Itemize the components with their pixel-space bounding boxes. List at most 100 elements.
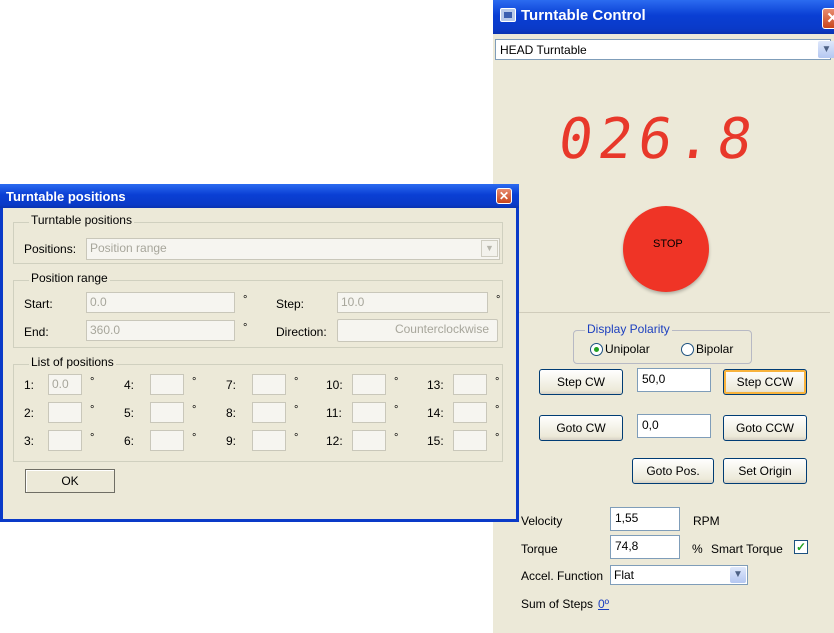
position-degree-unit: ° — [394, 404, 399, 416]
stop-button-label[interactable]: STOP — [653, 238, 683, 250]
position-input[interactable] — [150, 430, 184, 451]
sum-of-steps-link[interactable]: 0º — [598, 597, 609, 611]
position-input[interactable] — [150, 402, 184, 423]
position-input[interactable] — [352, 374, 386, 395]
position-degree-unit: ° — [495, 376, 500, 388]
position-input[interactable] — [252, 374, 286, 395]
step-label: Step: — [276, 297, 305, 311]
position-input[interactable] — [453, 402, 487, 423]
end-label: End: — [24, 325, 49, 339]
position-label: 8: — [226, 406, 237, 420]
set-origin-button[interactable]: Set Origin — [723, 458, 807, 484]
velocity-unit: RPM — [693, 514, 720, 528]
position-degree-unit: ° — [294, 404, 299, 416]
velocity-input[interactable]: 1,55 — [610, 507, 680, 531]
position-degree-unit: ° — [294, 376, 299, 388]
start-input[interactable]: 0.0 — [86, 292, 235, 313]
unipolar-label[interactable]: Unipolar — [605, 342, 650, 356]
window-title: Turntable Control — [521, 7, 646, 24]
list-of-positions-legend: List of positions — [29, 355, 116, 369]
position-degree-unit: ° — [192, 432, 197, 444]
goto-ccw-button[interactable]: Goto CCW — [723, 415, 807, 441]
position-label: 13: — [427, 378, 444, 392]
position-label: 1: — [24, 378, 35, 392]
smart-torque-label[interactable]: Smart Torque — [711, 542, 783, 556]
app-icon — [500, 8, 516, 22]
position-label: 9: — [226, 434, 237, 448]
position-label: 4: — [124, 378, 135, 392]
dialog-title-bar[interactable]: Turntable positions ✕ — [0, 184, 519, 208]
position-label: 3: — [24, 434, 35, 448]
position-range-legend: Position range — [29, 271, 110, 285]
step-ccw-button[interactable]: Step CCW — [723, 369, 807, 395]
close-icon[interactable]: ✕ — [822, 8, 834, 29]
position-input[interactable] — [48, 402, 82, 423]
position-input[interactable] — [453, 374, 487, 395]
torque-label: Torque — [521, 542, 558, 556]
position-input[interactable] — [150, 374, 184, 395]
position-input[interactable] — [453, 430, 487, 451]
position-input[interactable]: 0.0 — [48, 374, 82, 395]
goto-position-input[interactable]: 0,0 — [637, 414, 711, 438]
step-cw-button[interactable]: Step CW — [539, 369, 623, 395]
dialog-title: Turntable positions — [6, 189, 126, 204]
position-label: 10: — [326, 378, 343, 392]
chevron-down-icon[interactable]: ▼ — [818, 41, 834, 58]
accel-function-select[interactable]: Flat ▼ — [610, 565, 748, 585]
bipolar-radio[interactable] — [681, 343, 694, 356]
position-input[interactable] — [352, 402, 386, 423]
accel-function-label: Accel. Function — [521, 569, 604, 583]
position-label: 5: — [124, 406, 135, 420]
position-degree-unit: ° — [90, 432, 95, 444]
position-display: 026.8 — [554, 107, 763, 172]
position-degree-unit: ° — [394, 376, 399, 388]
display-polarity-legend: Display Polarity — [585, 322, 672, 336]
unipolar-radio[interactable] — [590, 343, 603, 356]
position-degree-unit: ° — [192, 376, 197, 388]
goto-cw-button[interactable]: Goto CW — [539, 415, 623, 441]
position-label: 7: — [226, 378, 237, 392]
position-label: 12: — [326, 434, 343, 448]
positions-select[interactable]: Position range ▼ — [86, 238, 500, 260]
position-input[interactable] — [252, 402, 286, 423]
position-degree-unit: ° — [294, 432, 299, 444]
position-degree-unit: ° — [495, 404, 500, 416]
position-degree-unit: ° — [495, 432, 500, 444]
torque-input[interactable]: 74,8 — [610, 535, 680, 559]
sum-of-steps-label: Sum of Steps — [521, 597, 594, 611]
velocity-label: Velocity — [521, 514, 563, 528]
position-input[interactable] — [48, 430, 82, 451]
goto-pos-button[interactable]: Goto Pos. — [632, 458, 714, 484]
direction-button[interactable]: Counterclockwise — [337, 319, 498, 342]
position-label: 6: — [124, 434, 135, 448]
position-label: 2: — [24, 406, 35, 420]
start-degree-unit: ° — [243, 294, 248, 306]
turntable-positions-legend: Turntable positions — [29, 213, 134, 227]
positions-label: Positions: — [24, 242, 77, 256]
ok-button[interactable]: OK — [25, 469, 115, 493]
position-degree-unit: ° — [90, 404, 95, 416]
positions-select-value: Position range — [90, 241, 167, 255]
turntable-control-window: Turntable Control ✕ HEAD Turntable ▼ 026… — [493, 0, 834, 633]
position-input[interactable] — [252, 430, 286, 451]
end-degree-unit: ° — [243, 322, 248, 334]
step-degree-unit: ° — [496, 294, 501, 306]
end-input[interactable]: 360.0 — [86, 320, 235, 341]
position-degree-unit: ° — [394, 432, 399, 444]
step-size-input[interactable]: 50,0 — [637, 368, 711, 392]
position-label: 15: — [427, 434, 444, 448]
smart-torque-checkbox[interactable]: ✓ — [794, 540, 808, 554]
title-bar[interactable]: Turntable Control ✕ — [493, 0, 834, 34]
close-icon[interactable]: ✕ — [496, 188, 512, 204]
start-label: Start: — [24, 297, 53, 311]
bipolar-label[interactable]: Bipolar — [696, 342, 733, 356]
position-degree-unit: ° — [90, 376, 95, 388]
device-select[interactable]: HEAD Turntable ▼ — [495, 39, 834, 60]
position-input[interactable] — [352, 430, 386, 451]
direction-label: Direction: — [276, 325, 327, 339]
chevron-down-icon[interactable]: ▼ — [730, 567, 746, 583]
device-select-value: HEAD Turntable — [500, 43, 587, 57]
step-input[interactable]: 10.0 — [337, 292, 488, 313]
chevron-down-icon[interactable]: ▼ — [481, 240, 498, 257]
position-label: 14: — [427, 406, 444, 420]
